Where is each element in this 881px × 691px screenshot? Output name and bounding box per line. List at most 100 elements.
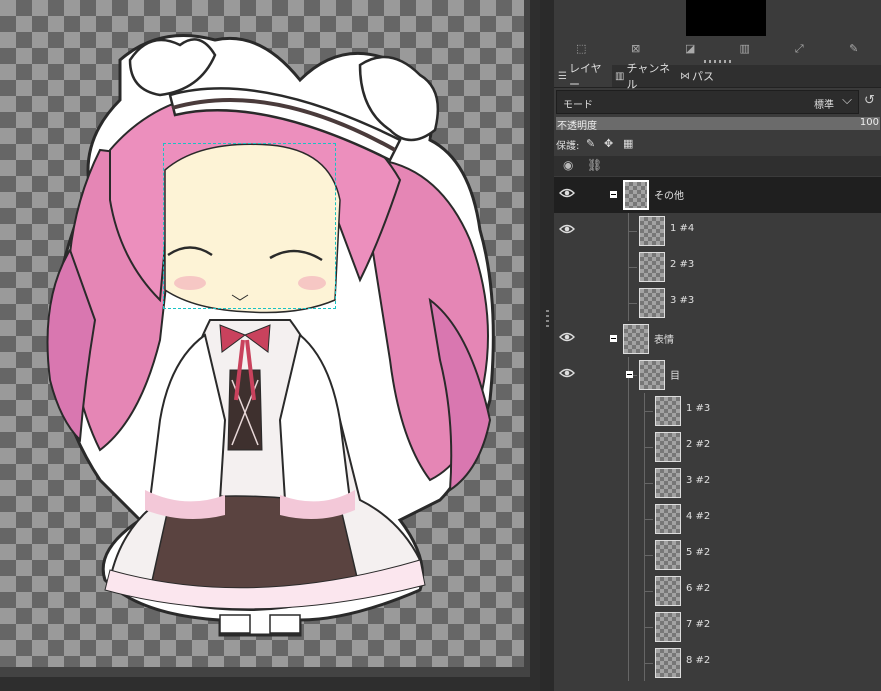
layer-name[interactable]: 6 #2 (686, 583, 710, 594)
layer-name[interactable]: 3 #3 (670, 295, 694, 306)
columns-icon[interactable]: ▥ (737, 42, 753, 56)
eye-icon[interactable] (559, 187, 575, 199)
layer-thumbnail[interactable] (639, 360, 665, 390)
tree-branch (628, 267, 637, 268)
lock-pixels-icon[interactable]: ✎ (586, 137, 595, 150)
layer-name[interactable]: 表情 (654, 331, 674, 346)
layer-row[interactable]: 5 #2 (554, 537, 881, 573)
collapse-icon[interactable] (626, 371, 633, 378)
visibility-toggle[interactable] (559, 439, 575, 451)
layer-row[interactable]: 2 #3 (554, 249, 881, 285)
visibility-toggle[interactable] (559, 655, 575, 667)
layer-row[interactable]: 2 #2 (554, 429, 881, 465)
mode-label: モード (563, 100, 593, 111)
opacity-slider[interactable]: 不透明度 100 (556, 117, 880, 132)
layer-name[interactable]: 5 #2 (686, 547, 710, 558)
layer-thumbnail[interactable] (655, 612, 681, 642)
lock-row: 保護: ✎ ✥ ▦ (554, 134, 881, 154)
lock-alpha-icon[interactable]: ▦ (623, 137, 633, 150)
layer-thumbnail[interactable] (655, 540, 681, 570)
layer-row[interactable]: 6 #2 (554, 573, 881, 609)
tree-branch (644, 591, 653, 592)
paint-icon[interactable]: ◪ (682, 42, 698, 56)
layer-row[interactable]: 4 #2 (554, 501, 881, 537)
layer-thumbnail[interactable] (639, 216, 665, 246)
canvas-horizontal-scrollbar[interactable] (0, 677, 530, 691)
visibility-toggle[interactable] (559, 295, 575, 307)
layer-name[interactable]: その他 (654, 187, 684, 202)
layer-row[interactable]: 7 #2 (554, 609, 881, 645)
mode-select[interactable]: モード 標準 ⌵ (556, 90, 859, 114)
transform-icon[interactable]: ⤢ (791, 42, 807, 56)
layers-dock: ⬚ ⊠ ◪ ▥ ⤢ ✎ ☰ レイヤー ▥ チャンネル ⋈ パス モード 標準 ⌵… (554, 0, 881, 691)
tree-line (628, 609, 629, 645)
layer-row[interactable]: 3 #3 (554, 285, 881, 321)
rect-select-icon[interactable]: ⬚ (573, 42, 589, 56)
layer-thumbnail[interactable] (655, 396, 681, 426)
layer-row[interactable]: その他 (554, 177, 881, 213)
layer-thumbnail[interactable] (655, 504, 681, 534)
visibility-toggle[interactable] (559, 583, 575, 595)
tab-paths[interactable]: ⋈ パス (680, 65, 720, 87)
tree-line (628, 501, 629, 537)
dock-divider[interactable] (540, 0, 554, 691)
dock-grip-handle[interactable] (546, 310, 549, 330)
visibility-toggle[interactable] (559, 547, 575, 559)
layer-thumbnail[interactable] (655, 432, 681, 462)
pencil-icon[interactable]: ✎ (846, 42, 862, 56)
tree-branch (628, 303, 637, 304)
layer-thumbnail[interactable] (639, 252, 665, 282)
layer-thumbnail[interactable] (655, 576, 681, 606)
canvas-area[interactable] (0, 0, 540, 691)
layer-row[interactable]: 8 #2 (554, 645, 881, 681)
layer-row[interactable]: 1 #4 (554, 213, 881, 249)
eye-icon[interactable] (559, 223, 575, 235)
visibility-toggle[interactable] (559, 259, 575, 271)
panel-drag-handle[interactable] (704, 60, 734, 63)
tree-line (628, 537, 629, 573)
tab-layers[interactable]: ☰ レイヤー (554, 62, 612, 91)
tab-channels[interactable]: ▥ チャンネル (613, 62, 681, 91)
layer-name[interactable]: 2 #3 (670, 259, 694, 270)
visibility-toggle[interactable] (559, 619, 575, 631)
tree-branch (644, 483, 653, 484)
visibility-toggle[interactable] (559, 475, 575, 487)
layer-name[interactable]: 4 #2 (686, 511, 710, 522)
eye-icon[interactable] (559, 331, 575, 343)
mode-value: 標準 (814, 100, 834, 111)
layer-thumbnail[interactable] (639, 288, 665, 318)
layer-name[interactable]: 2 #2 (686, 439, 710, 450)
tree-line (628, 429, 629, 465)
layer-name[interactable]: 8 #2 (686, 655, 710, 666)
layers-icon: ☰ (558, 70, 567, 82)
layer-thumbnail[interactable] (655, 648, 681, 678)
layer-thumbnail[interactable] (623, 180, 649, 210)
layer-name[interactable]: 目 (670, 367, 680, 382)
layer-name[interactable]: 3 #2 (686, 475, 710, 486)
tab-label: パス (692, 70, 714, 83)
layer-name[interactable]: 7 #2 (686, 619, 710, 630)
selection-marquee[interactable] (163, 143, 336, 309)
layer-thumbnail[interactable] (623, 324, 649, 354)
layer-thumbnail[interactable] (655, 468, 681, 498)
visibility-toggle[interactable] (559, 403, 575, 415)
image-canvas[interactable] (0, 0, 524, 667)
lock-position-icon[interactable]: ✥ (604, 137, 613, 150)
layer-row[interactable]: 1 #3 (554, 393, 881, 429)
collapse-icon[interactable] (610, 191, 617, 198)
layer-row[interactable]: 3 #2 (554, 465, 881, 501)
tree-line (628, 465, 629, 501)
layer-list[interactable]: その他 1 #4 2 #3 3 #3 表情目 1 #3 2 #2 3 #2 4 #2 5 #2 6 … (554, 177, 881, 691)
layer-row[interactable]: 目 (554, 357, 881, 393)
layer-row[interactable]: 表情 (554, 321, 881, 357)
collapse-icon[interactable] (610, 335, 617, 342)
layer-name[interactable]: 1 #4 (670, 223, 694, 234)
reset-mode-icon[interactable]: ↺ (864, 93, 875, 108)
visibility-toggle[interactable] (559, 511, 575, 523)
eye-icon[interactable] (559, 367, 575, 379)
canvas-vertical-scrollbar[interactable] (530, 0, 540, 691)
fuzzy-select-icon[interactable]: ⊠ (628, 42, 644, 56)
tab-label: レイヤー (568, 62, 602, 91)
channels-icon: ▥ (615, 70, 625, 82)
layer-name[interactable]: 1 #3 (686, 403, 710, 414)
